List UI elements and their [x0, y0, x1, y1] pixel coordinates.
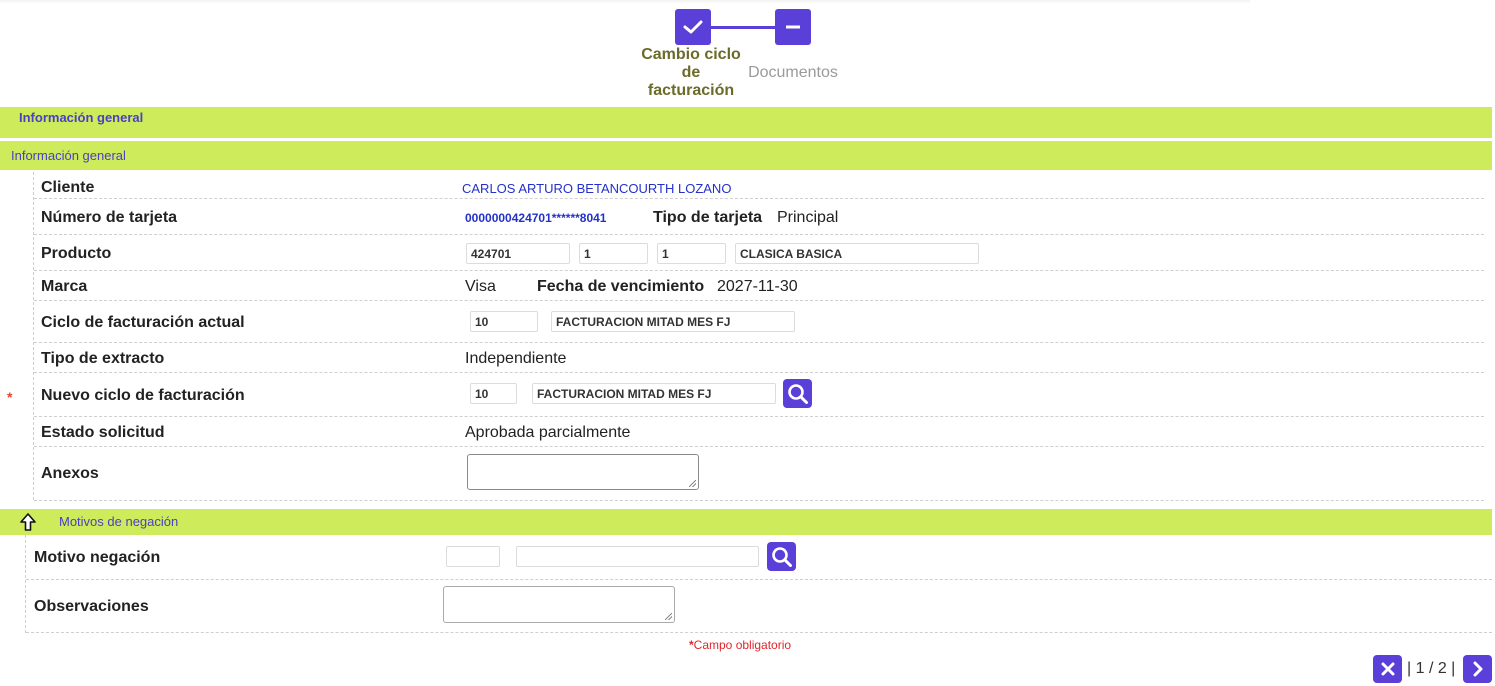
producto-field-2: 1 [579, 243, 648, 264]
nuevo-ciclo-label: Nuevo ciclo de facturación [41, 387, 245, 404]
row-cliente [34, 172, 1484, 199]
cliente-label: Cliente [41, 179, 95, 196]
observaciones-textarea[interactable] [443, 586, 675, 623]
motivo-code-input[interactable] [446, 546, 500, 567]
step-2-label: Documentos [748, 64, 838, 81]
section-bar-denial[interactable]: Motivos de negación [0, 509, 1492, 535]
vencimiento-value: 2027-11-30 [717, 278, 798, 295]
required-note: *Campo obligatorio [689, 638, 791, 652]
producto-name-field: CLASICA BASICA [735, 243, 979, 264]
required-mark: * [7, 389, 13, 405]
nuevo-ciclo-search-button[interactable] [783, 379, 812, 408]
close-button[interactable] [1373, 655, 1402, 683]
section-bar-general-inner[interactable]: Información general [0, 141, 1492, 170]
producto-field-3: 1 [657, 243, 726, 264]
search-icon [771, 546, 792, 567]
motivo-label: Motivo negación [34, 549, 161, 566]
tipo-tarjeta-label: Tipo de tarjeta [653, 209, 763, 226]
collapse-toggle[interactable] [20, 513, 36, 534]
chevron-right-icon [1473, 661, 1482, 677]
nuevo-ciclo-code-input[interactable]: 10 [470, 383, 517, 404]
row-estado [34, 417, 1484, 447]
search-icon [787, 383, 808, 404]
section-bar-general-outer[interactable]: Información general [0, 107, 1492, 138]
tipo-extracto-label: Tipo de extracto [41, 350, 165, 367]
producto-label: Producto [41, 245, 112, 262]
ciclo-actual-code-field: 10 [470, 311, 538, 332]
observaciones-label: Observaciones [34, 598, 149, 615]
producto-code-field: 424701 [466, 243, 570, 264]
row-motivo [26, 535, 1492, 580]
marca-label: Marca [41, 278, 88, 295]
required-note-text: Campo obligatorio [693, 638, 792, 652]
step-1-label: Cambio ciclo de facturación [641, 46, 741, 99]
section-title: Información general [19, 110, 144, 125]
tarjeta-value: 0000000424701******8041 [465, 211, 607, 225]
close-icon [1381, 662, 1394, 676]
anexos-textarea[interactable] [467, 454, 699, 490]
row-anexos [34, 447, 1484, 501]
step-connector [711, 26, 775, 29]
motivo-search-button[interactable] [767, 542, 796, 571]
section-title: Información general [11, 148, 126, 163]
nuevo-ciclo-name-field: FACTURACION MITAD MES FJ [532, 383, 776, 404]
section-title: Motivos de negación [59, 514, 179, 529]
cliente-value: CARLOS ARTURO BETANCOURTH LOZANO [462, 181, 732, 196]
ciclo-actual-name-field: FACTURACION MITAD MES FJ [551, 311, 795, 332]
tarjeta-label: Número de tarjeta [41, 209, 178, 226]
ciclo-actual-label: Ciclo de facturación actual [41, 314, 245, 331]
anexos-label: Anexos [41, 465, 99, 482]
estado-value: Aprobada parcialmente [465, 424, 631, 441]
check-icon [683, 20, 703, 34]
top-shadow [0, 0, 1250, 4]
row-observaciones [26, 580, 1492, 633]
vencimiento-label: Fecha de vencimiento [537, 278, 705, 295]
marca-value: Visa [465, 278, 496, 295]
next-page-button[interactable] [1463, 655, 1492, 683]
motivo-name-field [516, 546, 759, 567]
resize-handle[interactable] [689, 480, 696, 487]
resize-handle[interactable] [665, 613, 672, 620]
tipo-extracto-value: Independiente [465, 350, 567, 367]
tipo-tarjeta-value: Principal [777, 209, 839, 226]
row-tipo-extracto [34, 343, 1484, 373]
arrow-up-icon [20, 513, 36, 531]
minus-icon [786, 25, 800, 29]
pagination-text: | 1 / 2 | [1407, 660, 1456, 677]
step-2-current[interactable] [775, 9, 811, 45]
step-1-completed[interactable] [675, 9, 711, 45]
estado-label: Estado solicitud [41, 424, 165, 441]
